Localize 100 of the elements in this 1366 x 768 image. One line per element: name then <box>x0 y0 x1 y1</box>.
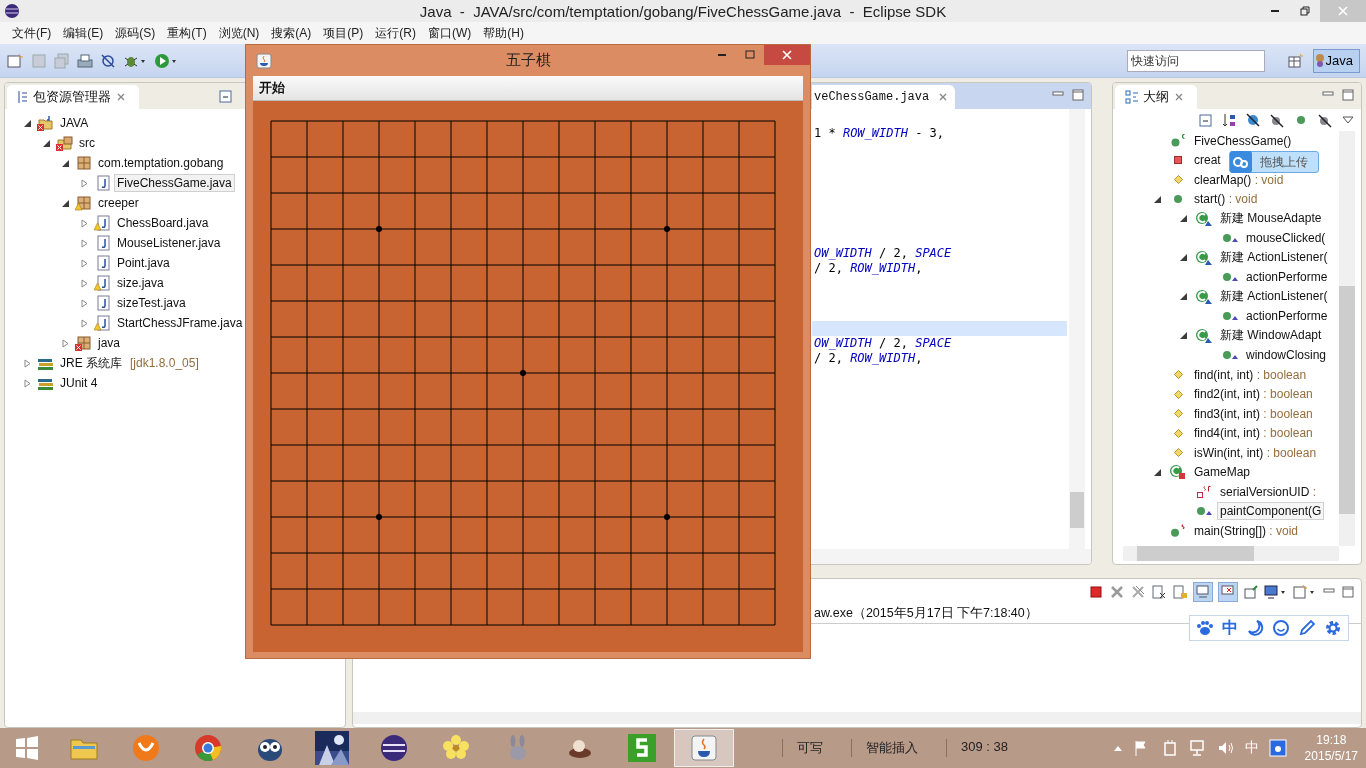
tree-item[interactable]: creeper <box>95 194 142 212</box>
tree-item[interactable]: src <box>76 134 98 152</box>
collapsed-arrow-icon[interactable] <box>80 218 89 228</box>
tree-item[interactable]: JAVA <box>57 114 92 132</box>
hide-local-icon[interactable] <box>1317 112 1333 128</box>
outline-item[interactable]: main(String[]) : void <box>1191 521 1302 540</box>
expanded-arrow-icon[interactable] <box>1153 194 1162 204</box>
menu-item[interactable]: 源码(S) <box>109 24 162 42</box>
collapsed-arrow-icon[interactable] <box>80 318 89 328</box>
scroll-lock-icon[interactable] <box>1172 584 1188 600</box>
quick-access-field[interactable]: 快速访问 <box>1126 49 1265 72</box>
collapsed-arrow-icon[interactable] <box>23 378 32 388</box>
menu-item[interactable]: 编辑(E) <box>57 24 110 42</box>
menu-item[interactable]: 项目(P) <box>317 24 370 42</box>
input-mode-toggle[interactable]: 中 <box>1222 619 1238 637</box>
package-explorer-tab[interactable]: 包资源管理器 <box>7 85 139 109</box>
collapsed-arrow-icon[interactable] <box>23 358 32 368</box>
outline-item[interactable]: FiveChessGame() <box>1191 131 1295 150</box>
open-console-icon[interactable] <box>1293 584 1317 600</box>
hide-static-icon[interactable] <box>1269 112 1285 128</box>
taskbar-app[interactable] <box>674 729 734 767</box>
grid-icon[interactable] <box>1268 739 1287 757</box>
scrollbar-thumb[interactable] <box>1137 546 1254 561</box>
outline-item[interactable]: find(int, int) : boolean <box>1191 365 1310 384</box>
show-output-icon[interactable] <box>1193 582 1213 602</box>
java-perspective-button[interactable]: Java <box>1312 48 1360 73</box>
clear-console-icon[interactable] <box>1151 584 1167 600</box>
outline-tab[interactable]: 大纲 <box>1115 85 1197 109</box>
outline-item[interactable]: start() : void <box>1191 190 1261 209</box>
expanded-arrow-icon[interactable] <box>23 118 32 128</box>
menu-item[interactable]: 帮助(H) <box>477 24 530 42</box>
board-grid-drawing[interactable] <box>270 120 776 626</box>
tree-item[interactable]: ChessBoard.java <box>114 214 212 232</box>
remove-icon[interactable] <box>1109 584 1125 600</box>
hide-fields-icon[interactable] <box>1245 112 1261 128</box>
outline-item[interactable]: mouseClicked( <box>1243 229 1329 248</box>
editor-tab[interactable]: veChessGame.java <box>812 85 956 109</box>
outline-item[interactable]: 新建 MouseAdapte <box>1217 208 1325 230</box>
expanded-arrow-icon[interactable] <box>42 138 51 148</box>
show-error-icon[interactable] <box>1218 582 1238 602</box>
tree-item[interactable]: java <box>95 334 123 352</box>
collapsed-arrow-icon[interactable] <box>80 278 89 288</box>
outline-item[interactable]: paintComponent(G <box>1217 502 1325 521</box>
horizontal-scrollbar[interactable] <box>353 712 1361 724</box>
outline-item[interactable]: creat <box>1191 151 1224 170</box>
menu-item[interactable]: 开始 <box>253 79 291 97</box>
maximize-icon[interactable] <box>1341 88 1355 102</box>
expanded-arrow-icon[interactable] <box>1179 331 1188 341</box>
outline-item[interactable]: actionPerforme <box>1243 307 1331 326</box>
vertical-scrollbar[interactable] <box>1069 109 1085 549</box>
collapsed-arrow-icon[interactable] <box>61 338 70 348</box>
close-icon[interactable] <box>117 93 125 101</box>
close-button[interactable] <box>764 45 810 65</box>
outline-item[interactable]: find3(int, int) : boolean <box>1191 404 1316 423</box>
remove-all-icon[interactable] <box>1130 584 1146 600</box>
outline-item[interactable]: 新建 WindowAdapt <box>1217 325 1325 347</box>
sort-icon[interactable] <box>1221 112 1237 128</box>
outline-item[interactable]: 新建 ActionListener( <box>1217 286 1331 308</box>
close-icon[interactable] <box>1175 93 1183 101</box>
display-console-icon[interactable] <box>1264 584 1288 600</box>
outline-item[interactable]: 新建 ActionListener( <box>1217 247 1331 269</box>
menu-item[interactable]: 文件(F) <box>6 24 58 42</box>
outline-item[interactable]: clearMap() : void <box>1191 170 1287 189</box>
expanded-arrow-icon[interactable] <box>1179 292 1188 302</box>
tree-item[interactable]: JUnit 4 <box>57 374 101 392</box>
pin-icon[interactable] <box>1243 584 1259 600</box>
tree-item[interactable]: com.temptation.gobang <box>95 154 227 172</box>
paw-icon[interactable] <box>1196 619 1214 637</box>
menu-item[interactable]: 浏览(N) <box>212 24 266 42</box>
tree-item[interactable]: FiveChessGame.java <box>114 174 235 192</box>
vertical-scrollbar[interactable] <box>1339 131 1355 546</box>
maximize-icon[interactable] <box>1071 88 1085 102</box>
menu-item[interactable]: 搜索(A) <box>265 24 318 42</box>
new-icon[interactable] <box>6 52 24 69</box>
horizontal-scrollbar[interactable] <box>812 549 1091 564</box>
view-menu-icon[interactable] <box>1341 115 1355 125</box>
outline-item[interactable]: find2(int, int) : boolean <box>1191 385 1316 404</box>
smiley-icon[interactable] <box>1272 619 1290 637</box>
collapsed-arrow-icon[interactable] <box>80 178 89 188</box>
network-icon[interactable] <box>1188 739 1207 757</box>
outline-item[interactable]: find4(int, int) : boolean <box>1191 424 1316 443</box>
collapsed-arrow-icon[interactable] <box>80 298 89 308</box>
outline-item[interactable]: serialVersionUID : <box>1217 482 1320 501</box>
menu-item[interactable]: 窗口(W) <box>422 24 478 42</box>
outline-item[interactable]: windowClosing <box>1243 346 1330 365</box>
expanded-arrow-icon[interactable] <box>1179 214 1188 224</box>
horizontal-scrollbar[interactable] <box>1123 546 1339 561</box>
expanded-arrow-icon[interactable] <box>1179 253 1188 263</box>
outline-item[interactable]: GameMap <box>1191 463 1254 482</box>
maximize-icon[interactable] <box>1341 585 1355 599</box>
expanded-arrow-icon[interactable] <box>61 198 70 208</box>
collapse-all-icon[interactable] <box>217 88 233 104</box>
show-hidden-icons-icon[interactable] <box>1112 744 1123 752</box>
collapse-all-icon[interactable] <box>1197 112 1213 128</box>
expanded-arrow-icon[interactable] <box>61 158 70 168</box>
stop-icon[interactable] <box>1088 584 1104 600</box>
expanded-arrow-icon[interactable] <box>1153 467 1162 477</box>
toggle-icon[interactable] <box>100 52 116 69</box>
upload-popup[interactable]: 拖拽上传 <box>1229 151 1319 173</box>
outline-item[interactable]: actionPerforme <box>1243 268 1331 287</box>
